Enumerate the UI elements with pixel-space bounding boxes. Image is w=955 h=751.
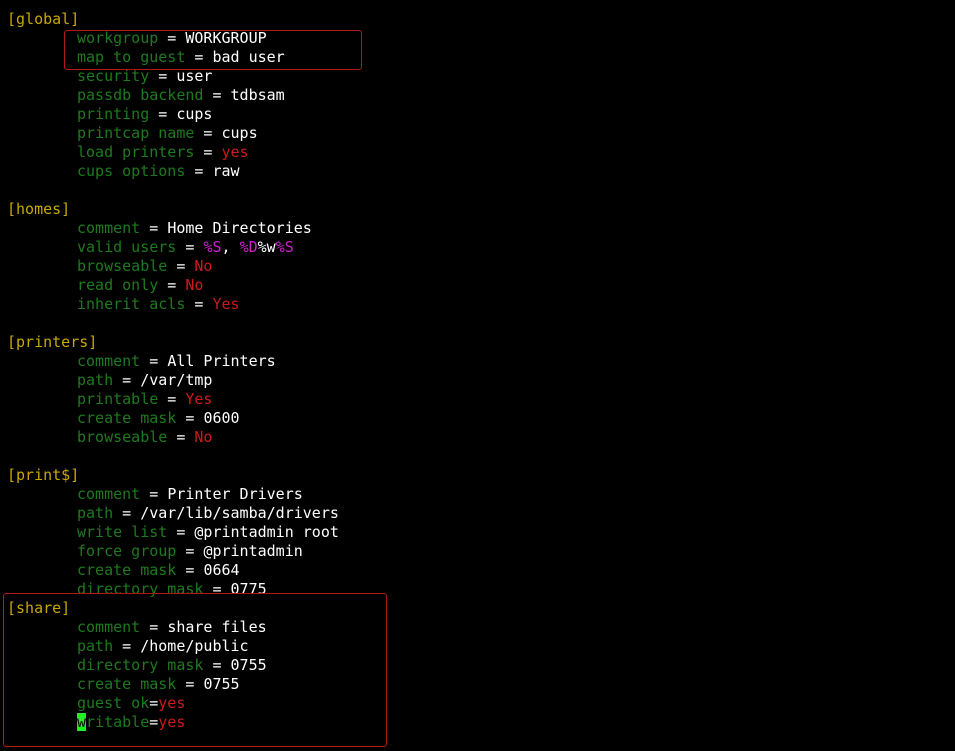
config-line-printers-comment: comment = All Printers <box>77 352 276 370</box>
config-line-cups-options: cups options = raw <box>77 162 240 180</box>
config-line-homes-browseable: browseable = No <box>77 257 213 275</box>
config-line-share-create-mask: create mask = 0755 <box>77 675 240 693</box>
config-line-write-list: write list = @printadmin root <box>77 523 339 541</box>
config-line-passdb-backend: passdb backend = tdbsam <box>77 86 285 104</box>
config-line-drivers-directory-mask: directory mask = 0775 <box>77 580 267 598</box>
config-line-printers-path: path = /var/tmp <box>77 371 213 389</box>
config-line-homes-comment: comment = Home Directories <box>77 219 312 237</box>
config-line-drivers-create-mask: create mask = 0664 <box>77 561 240 579</box>
config-line-force-group: force group = @printadmin <box>77 542 303 560</box>
section-header-global: [global] <box>7 10 80 28</box>
section-header-printers: [printers] <box>7 333 98 351</box>
config-line-printers-browseable: browseable = No <box>77 428 213 446</box>
config-line-printcap-name: printcap name = cups <box>77 124 258 142</box>
config-line-read-only: read only = No <box>77 276 204 294</box>
config-line-guest-ok: guest ok=yes <box>77 694 186 712</box>
config-line-writable: writable=yes <box>77 713 186 731</box>
config-line-inherit-acls: inherit acls = Yes <box>77 295 240 313</box>
terminal-window: { "global": { "header": "[global]", "wor… <box>0 0 955 751</box>
text-cursor: w <box>77 713 87 731</box>
config-line-share-directory-mask: directory mask = 0755 <box>77 656 267 674</box>
config-line-workgroup: workgroup = WORKGROUP <box>77 29 267 47</box>
config-line-security: security = user <box>77 67 213 85</box>
config-line-drivers-comment: comment = Printer Drivers <box>77 485 303 503</box>
config-line-valid-users: valid users = %S, %D%w%S <box>77 238 294 256</box>
terminal-text-area[interactable]: [global] workgroup = WORKGROUP map to gu… <box>7 10 947 732</box>
section-header-homes: [homes] <box>7 200 71 218</box>
config-line-load-printers: load printers = yes <box>77 143 249 161</box>
config-line-printable: printable = Yes <box>77 390 213 408</box>
config-line-printers-create-mask: create mask = 0600 <box>77 409 240 427</box>
config-line-map-to-guest: map to guest = bad user <box>77 48 285 66</box>
section-header-print-drivers: [print$] <box>7 466 80 484</box>
section-header-share: [share] <box>7 599 71 617</box>
config-line-drivers-path: path = /var/lib/samba/drivers <box>77 504 339 522</box>
config-line-share-comment: comment = share files <box>77 618 267 636</box>
config-line-printing: printing = cups <box>77 105 213 123</box>
config-line-share-path: path = /home/public <box>77 637 249 655</box>
